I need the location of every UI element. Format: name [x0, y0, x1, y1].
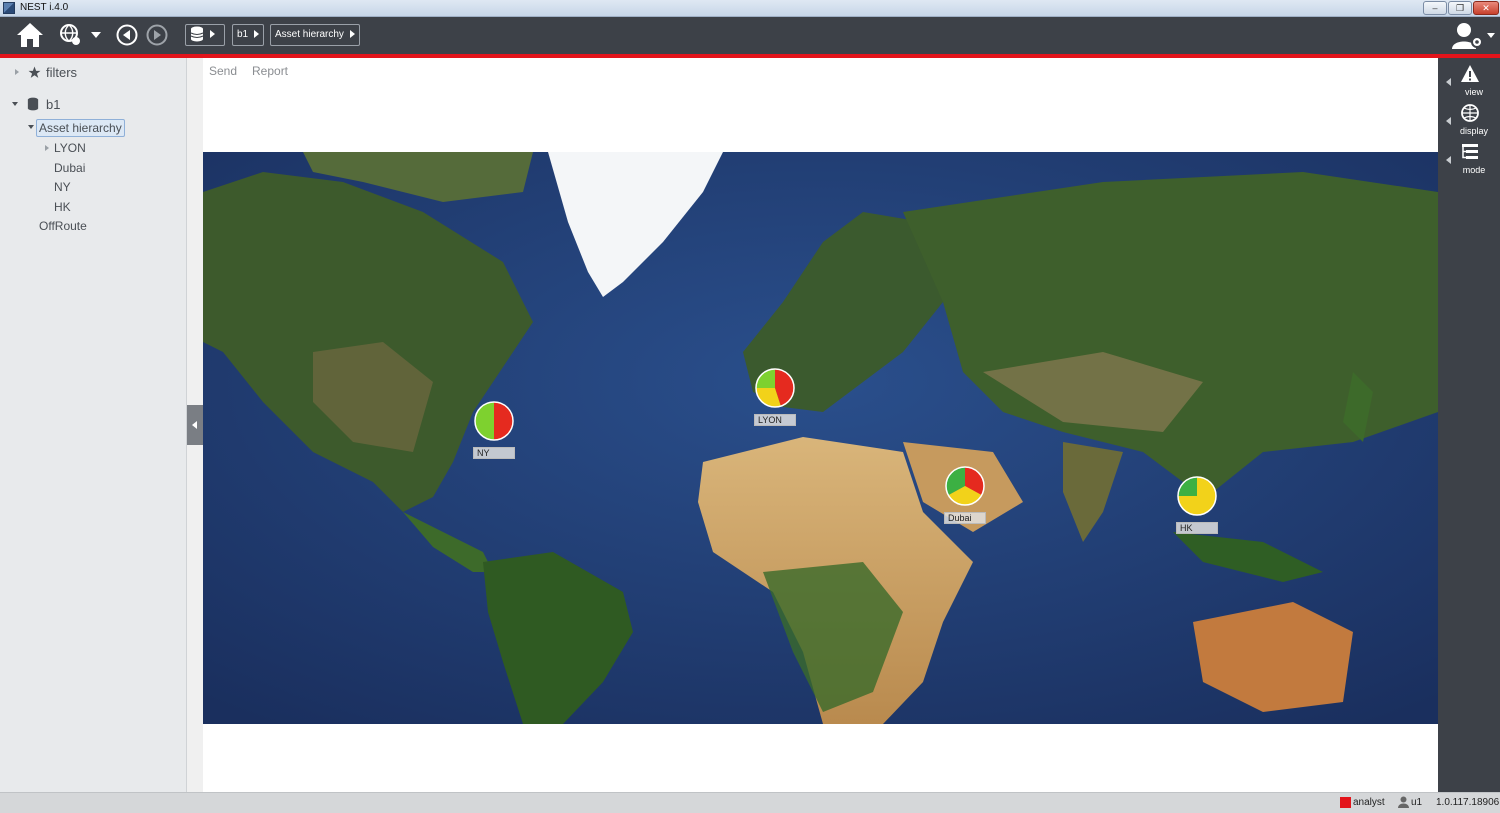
pie-slice [475, 402, 494, 440]
sidebar: filters b1 Asset hierarchy LYON Dubai NY… [0, 58, 187, 792]
expand-display-icon [1446, 117, 1451, 125]
user-label: u1 [1411, 797, 1423, 808]
pie-label-dubai: Dubai [944, 512, 986, 524]
analyst-role-icon [1340, 797, 1351, 808]
user-settings-icon[interactable] [1450, 21, 1498, 51]
breadcrumb-label: b1 [237, 29, 249, 40]
collapse-asset-hierarchy-icon[interactable] [28, 125, 34, 129]
right-toolbar: view display mode [1438, 58, 1500, 792]
pie-marker-hk[interactable] [1176, 475, 1218, 517]
database-icon [27, 97, 39, 111]
report-menu[interactable]: Report [252, 64, 288, 78]
pie-label-lyon: LYON [754, 414, 796, 426]
tree-item-hk[interactable]: HK [54, 200, 71, 214]
pie-label-hk: HK [1176, 522, 1218, 534]
crumb-arrow-icon [254, 30, 260, 39]
window-title: NEST i.4.0 [20, 2, 69, 13]
expand-lyon-icon[interactable] [45, 145, 49, 151]
role-label: analyst [1353, 797, 1385, 808]
user-icon [1398, 796, 1409, 808]
pie-marker-lyon[interactable] [754, 367, 796, 409]
status-bar: analyst u1 1.0.117.18906 [0, 792, 1500, 813]
collapse-sidebar-button[interactable] [187, 405, 203, 445]
star-icon [28, 66, 41, 78]
main-toolbar: b1 Asset hierarchy [0, 17, 1500, 54]
pie-marker-dubai[interactable] [944, 465, 986, 507]
crumb-arrow-icon [210, 30, 215, 39]
pie-label-ny: NY [473, 447, 515, 459]
close-button[interactable]: ✕ [1473, 1, 1499, 15]
breadcrumb-asset-hierarchy[interactable]: Asset hierarchy [270, 24, 360, 46]
expand-filters-icon[interactable] [15, 69, 19, 75]
minimize-button[interactable]: – [1423, 1, 1447, 15]
send-menu[interactable]: Send [209, 64, 237, 78]
crumb-arrow-icon [349, 30, 355, 39]
database-icon [190, 26, 204, 42]
tree-item-ny[interactable]: NY [54, 180, 71, 194]
world-map[interactable]: NY LYON Dubai HK [203, 152, 1438, 724]
version-label: 1.0.117.18906 [1436, 797, 1500, 808]
hierarchy-icon [1462, 144, 1478, 159]
pie-marker-ny[interactable] [473, 400, 515, 442]
display-label: display [1459, 126, 1488, 136]
warning-icon [1461, 65, 1479, 82]
filters-label[interactable]: filters [46, 65, 77, 80]
globe-settings-icon[interactable] [59, 23, 83, 47]
mode-button[interactable]: mode [1438, 140, 1500, 178]
chevron-down-icon[interactable] [91, 32, 101, 38]
app-icon [3, 2, 15, 14]
tree-root-b1[interactable]: b1 [46, 97, 60, 112]
expand-mode-icon [1446, 156, 1451, 164]
expand-view-icon [1446, 78, 1451, 86]
mode-label: mode [1462, 165, 1486, 175]
globe-icon [1461, 104, 1479, 122]
tree-item-offroute[interactable]: OffRoute [39, 219, 87, 233]
tree-item-lyon[interactable]: LYON [54, 141, 86, 155]
tree-item-asset-hierarchy[interactable]: Asset hierarchy [36, 119, 125, 137]
forward-icon[interactable] [146, 24, 168, 46]
restore-button[interactable]: ❐ [1448, 1, 1472, 15]
view-button[interactable]: view [1438, 62, 1500, 100]
collapse-b1-icon[interactable] [12, 102, 18, 106]
window-titlebar: NEST i.4.0 – ❐ ✕ [0, 0, 1500, 17]
home-icon[interactable] [16, 22, 44, 48]
breadcrumb-label: Asset hierarchy [275, 29, 344, 40]
tree-item-dubai[interactable]: Dubai [54, 161, 85, 175]
view-label: view [1464, 87, 1483, 97]
database-crumb[interactable] [185, 24, 225, 46]
breadcrumb-b1[interactable]: b1 [232, 24, 265, 46]
map-background [203, 152, 1438, 724]
display-button[interactable]: display [1438, 101, 1500, 139]
back-icon[interactable] [116, 24, 138, 46]
pie-slice [494, 402, 513, 440]
